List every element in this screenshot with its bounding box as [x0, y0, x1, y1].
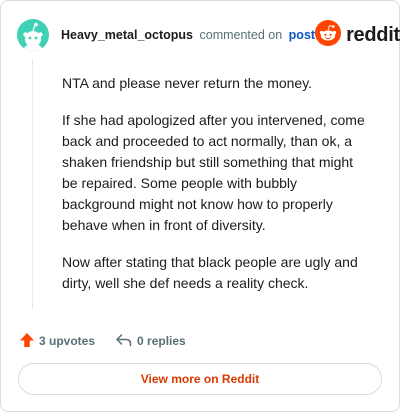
- upvote-arrow-icon: [19, 332, 35, 351]
- comment-paragraph: Now after stating that black people are …: [62, 254, 358, 291]
- username-link[interactable]: Heavy_metal_octopus: [61, 28, 193, 42]
- comment-body: NTA and please never return the money. I…: [62, 73, 372, 310]
- upvote-count: 3 upvotes: [39, 334, 96, 348]
- reddit-brand[interactable]: reddit: [315, 19, 400, 51]
- view-more-button[interactable]: View more on Reddit: [18, 363, 382, 395]
- snoo-avatar-icon[interactable]: [17, 19, 49, 51]
- commented-on-text: commented on: [199, 28, 283, 42]
- post-link[interactable]: post: [289, 28, 315, 42]
- reply-button[interactable]: 0 replies: [115, 332, 186, 351]
- thread-line: [32, 59, 33, 309]
- reply-arrow-icon: [115, 332, 133, 351]
- comment-paragraph: If she had apologized after you interven…: [62, 112, 365, 233]
- reddit-wordmark: reddit: [346, 23, 400, 46]
- embedded-comment-card: Heavy_metal_octopus commented on post re…: [0, 0, 400, 412]
- comment-paragraph: NTA and please never return the money.: [62, 75, 313, 91]
- upvote-button[interactable]: 3 upvotes: [19, 332, 95, 351]
- comment-meta: Heavy_metal_octopus commented on post: [61, 28, 315, 42]
- comment-header: Heavy_metal_octopus commented on post re…: [17, 17, 400, 53]
- comment-actions: 3 upvotes 0 replies: [19, 331, 186, 351]
- reply-count: 0 replies: [137, 334, 186, 348]
- reddit-logo-icon: [315, 19, 342, 51]
